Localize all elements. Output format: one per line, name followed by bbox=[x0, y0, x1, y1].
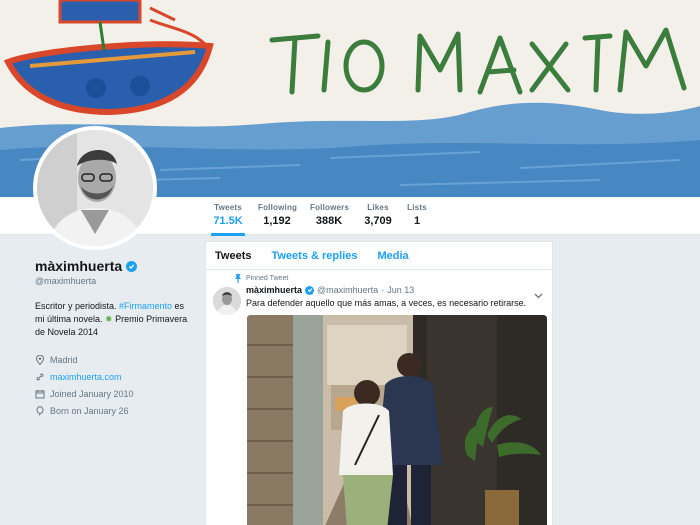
tweet-avatar-photo bbox=[213, 287, 241, 315]
profile-name[interactable]: màximhuerta bbox=[35, 258, 122, 274]
pin-icon bbox=[235, 274, 241, 283]
tweet-author-name[interactable]: màximhuerta bbox=[246, 285, 302, 295]
tab-tweets-replies[interactable]: Tweets & replies bbox=[271, 250, 357, 262]
stat-following[interactable]: Following 1,192 bbox=[258, 203, 298, 227]
stat-lists-value: 1 bbox=[413, 215, 421, 227]
tweet-header: màximhuerta @maximhuerta · Jun 13 bbox=[246, 285, 414, 295]
pinned-label-text: Pinned Tweet bbox=[246, 275, 289, 282]
stat-tweets-value: 71.5K bbox=[213, 215, 243, 227]
stat-followers-label: Followers bbox=[310, 203, 350, 212]
stat-followers[interactable]: Followers 388K bbox=[310, 203, 350, 227]
link-icon bbox=[36, 372, 44, 381]
bio-text-start: Escritor y periodista. bbox=[35, 301, 120, 311]
tweet-date[interactable]: Jun 13 bbox=[387, 285, 414, 295]
stat-likes-value: 3,709 bbox=[364, 215, 392, 227]
tab-tweets[interactable]: Tweets bbox=[215, 250, 251, 262]
profile-website: maximhuerta.com bbox=[35, 368, 195, 385]
stat-likes-label: Likes bbox=[367, 203, 389, 212]
stat-likes[interactable]: Likes 3,709 bbox=[362, 203, 394, 227]
tweet-text: Para defender aquello que más amas, a ve… bbox=[246, 298, 527, 308]
sparkle-icon: ✸ bbox=[105, 314, 113, 324]
tab-media[interactable]: Media bbox=[377, 250, 408, 262]
verified-icon bbox=[305, 285, 315, 295]
balloon-icon bbox=[36, 405, 44, 416]
tweet-author-handle[interactable]: @maximhuerta bbox=[317, 285, 378, 295]
location-icon bbox=[35, 354, 45, 365]
profile-location: Madrid bbox=[35, 351, 195, 368]
profile-handle[interactable]: @maximhuerta bbox=[35, 276, 195, 286]
location-text: Madrid bbox=[50, 354, 78, 365]
calendar-icon bbox=[35, 389, 45, 398]
born-text: Born on January 26 bbox=[50, 405, 129, 416]
tweet-photo-image bbox=[247, 315, 547, 525]
pinned-tweet-label: Pinned Tweet bbox=[235, 274, 289, 283]
avatar-photo bbox=[37, 130, 153, 246]
website-link[interactable]: maximhuerta.com bbox=[50, 372, 122, 382]
profile-joined: Joined January 2010 bbox=[35, 385, 195, 402]
profile-card: màximhuerta @maximhuerta Escritor y peri… bbox=[35, 258, 195, 419]
chevron-down-icon[interactable] bbox=[534, 286, 543, 304]
stat-following-value: 1,192 bbox=[263, 215, 291, 227]
stat-tweets-label: Tweets bbox=[214, 203, 242, 212]
joined-text: Joined January 2010 bbox=[50, 388, 134, 399]
timeline: Tweets Tweets & replies Media Pinned Twe… bbox=[205, 241, 553, 525]
stat-followers-value: 388K bbox=[315, 215, 343, 227]
profile-name-row: màximhuerta bbox=[35, 258, 195, 274]
stat-tweets[interactable]: Tweets 71.5K bbox=[211, 203, 245, 236]
stat-lists-label: Lists bbox=[407, 203, 427, 212]
profile-birthday: Born on January 26 bbox=[35, 402, 195, 419]
timeline-tabs: Tweets Tweets & replies Media bbox=[206, 242, 552, 270]
verified-icon bbox=[126, 260, 138, 272]
profile-bio: Escritor y periodista. #Firmamento es mi… bbox=[35, 300, 195, 339]
profile-meta: Madrid maximhuerta.com Joined January 20… bbox=[35, 351, 195, 419]
tweet-separator: · bbox=[381, 285, 385, 295]
stat-lists[interactable]: Lists 1 bbox=[405, 203, 429, 227]
bio-hashtag-link[interactable]: #Firmamento bbox=[119, 301, 172, 311]
tweet-photo[interactable] bbox=[247, 315, 547, 525]
stat-following-label: Following bbox=[258, 203, 298, 212]
tweet-author-avatar[interactable] bbox=[213, 287, 241, 315]
profile-avatar[interactable] bbox=[33, 126, 157, 250]
